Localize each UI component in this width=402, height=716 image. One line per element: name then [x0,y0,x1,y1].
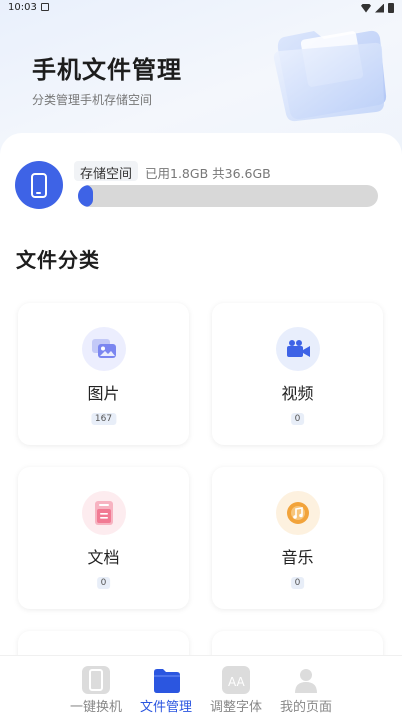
video-camera-icon [276,327,320,371]
svg-text:AA: AA [228,675,246,689]
status-indicators [361,3,394,13]
nav-label: 我的页面 [279,700,332,715]
image-icon [82,327,126,371]
nav-item-phone-transfer[interactable]: 一键换机 [56,656,136,716]
category-label: 图片 [87,384,120,403]
nav-item-my-page[interactable]: 我的页面 [266,656,346,716]
storage-progress-bar [78,185,378,207]
document-icon [82,491,126,535]
bottom-navigation: 一键换机 文件管理 AA 调整字体 我的页面 [0,655,402,716]
signal-icon [375,3,384,13]
battery-icon [388,3,394,13]
storage-progress-fill [78,185,93,207]
wifi-icon [361,3,371,13]
category-count-badge: 0 [290,413,305,425]
category-card-documents[interactable]: 文档 0 [18,467,189,609]
status-time: 10:03 [8,2,37,13]
category-label: 视频 [281,384,314,403]
category-label: 文档 [87,548,120,567]
storage-usage-text: 已用1.8GB 共36.6GB [145,166,271,181]
nav-item-font-size[interactable]: AA 调整字体 [196,656,276,716]
nav-label: 一键换机 [69,700,122,715]
section-title: 文件分类 [16,248,100,272]
nav-label: 调整字体 [209,700,262,715]
category-card-music[interactable]: 音乐 0 [212,467,383,609]
category-count-badge: 167 [90,413,117,425]
category-count-badge: 0 [96,577,111,589]
folder-icon [152,666,180,694]
nav-label: 文件管理 [139,700,192,715]
category-count-badge: 0 [290,577,305,589]
category-card-images[interactable]: 图片 167 [18,303,189,445]
storage-label: 存储空间 [74,161,139,182]
page-title: 手机文件管理 [32,56,182,84]
font-size-icon: AA [222,666,250,694]
phone-storage-icon [15,161,63,209]
music-icon [276,491,320,535]
phone-transfer-icon [82,666,110,694]
folder-illustration-icon [273,30,387,122]
notification-icon [41,3,49,11]
nav-item-file-manager[interactable]: 文件管理 [126,656,206,716]
person-icon [292,666,320,694]
category-label: 音乐 [281,548,314,567]
page-subtitle: 分类管理手机存储空间 [32,93,153,107]
category-card-videos[interactable]: 视频 0 [212,303,383,445]
